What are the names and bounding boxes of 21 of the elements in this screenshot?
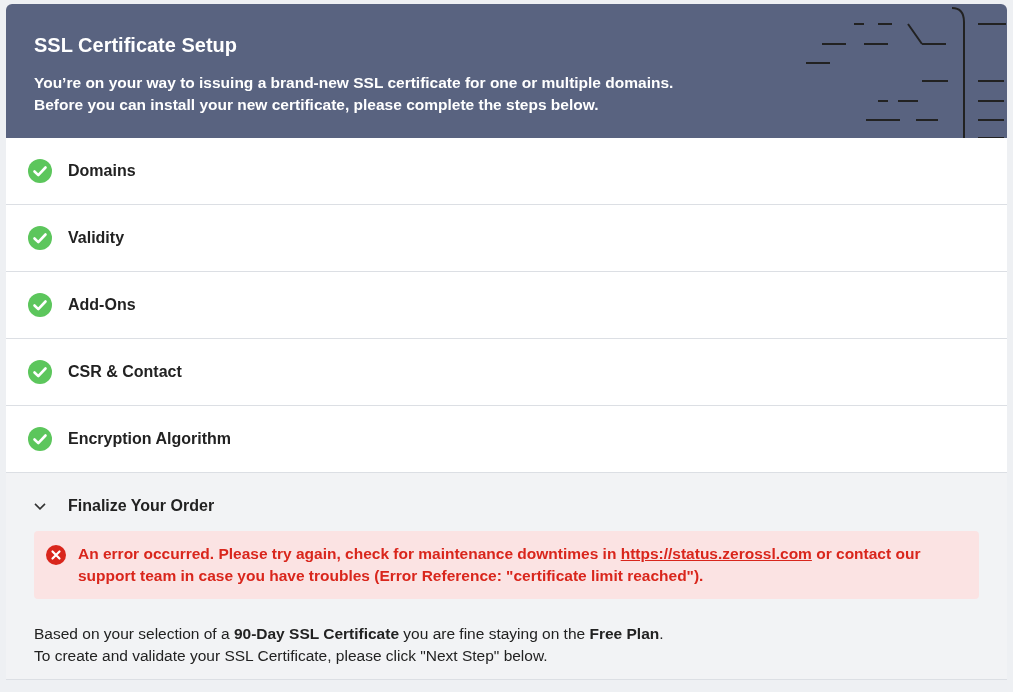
- intro-text: You’re on your way to issuing a brand-new SSL certificate for one or multiple domains.: [34, 73, 675, 93]
- page-title: SSL Certificate Setup: [34, 33, 239, 58]
- step-label: Domains: [68, 161, 136, 181]
- info-text: To create and validate your SSL Certificate, please click "Next Step" below.: [34, 646, 549, 666]
- status-link[interactable]: https://status.zerossl.com: [620, 545, 812, 562]
- intro-text: Before you can install your new certificate, please complete the steps below.: [34, 95, 600, 115]
- step-label: Encryption Algorithm: [68, 429, 231, 449]
- step-label: Add-Ons: [68, 295, 136, 315]
- step-panel[interactable]: [6, 473, 1007, 680]
- check-icon: [28, 360, 52, 384]
- step-label: Validity: [68, 228, 125, 248]
- error-icon: [46, 545, 66, 565]
- check-icon: [28, 427, 52, 451]
- check-icon: [28, 293, 52, 317]
- check-icon: [28, 226, 52, 250]
- chevron-icon: [34, 502, 46, 510]
- check-icon: [28, 159, 52, 183]
- step-label: Finalize Your Order: [68, 496, 215, 516]
- error-message: An error occurred. Please try again, check for maintenance downtimes in https://status.zerossl.com or contact our support team in case you have troubles (Error Reference: "certificate limit reached").: [78, 544, 922, 586]
- info-text: Based on your selection of a 90-Day SSL Certificate you are fine staying on the Free Plan.: [34, 624, 665, 644]
- step-label: CSR & Contact: [68, 362, 182, 382]
